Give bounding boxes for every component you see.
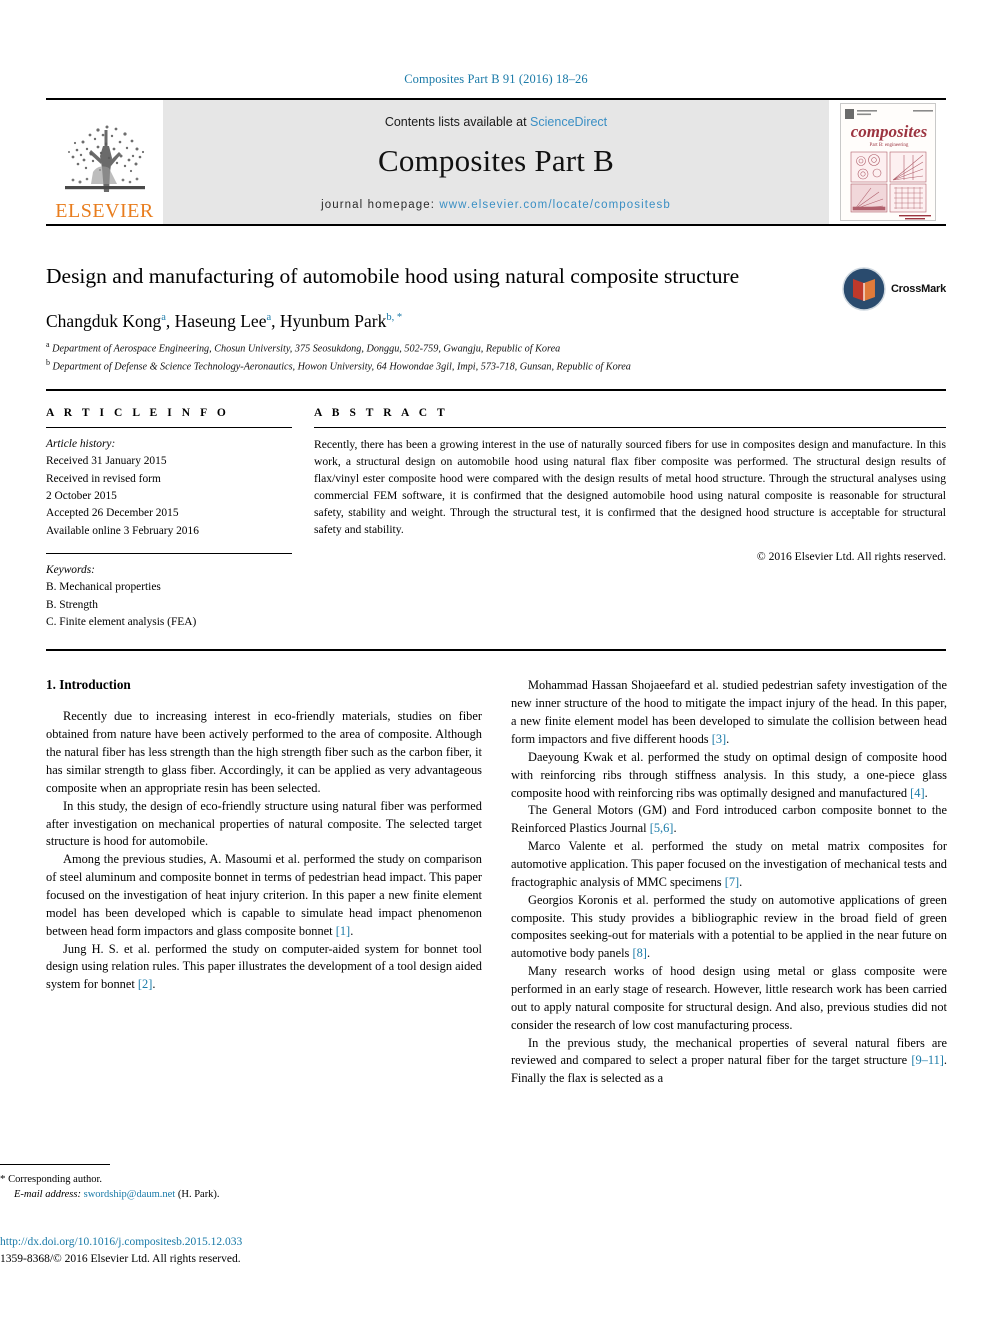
- article-info-column: A R T I C L E I N F O Article history: R…: [46, 407, 292, 631]
- citation-link[interactable]: [4]: [910, 786, 924, 800]
- homepage-prefix: journal homepage:: [321, 199, 436, 211]
- affiliation-item: a Department of Aerospace Engineering, C…: [46, 339, 836, 357]
- corresponding-author-line: * Corresponding author.: [0, 1171, 436, 1188]
- body-paragraph: Georgios Koronis et al. performed the st…: [511, 892, 947, 961]
- body-columns: 1. Introduction Recently due to increasi…: [46, 677, 947, 1217]
- citation-link[interactable]: [3]: [712, 732, 726, 746]
- author-list: Changduk Konga, Haseung Leea, Hyunbum Pa…: [46, 310, 403, 331]
- section-heading-introduction: 1. Introduction: [46, 677, 131, 693]
- body-paragraph: Marco Valente et al. performed the study…: [511, 839, 947, 889]
- corresponding-marker: *: [0, 1172, 6, 1185]
- body-column-left: 1. Introduction Recently due to increasi…: [46, 677, 482, 1217]
- svg-text:composites: composites: [850, 122, 927, 141]
- abstract-column: A B S T R A C T Recently, there has been…: [314, 407, 946, 631]
- journal-masthead: ELSEVIER Contents lists available at Sci…: [46, 98, 946, 226]
- body-top-rule: [46, 649, 946, 652]
- article-history-list: Received 31 January 2015 Received in rev…: [46, 453, 292, 540]
- affiliation-marker: b: [46, 357, 50, 367]
- keywords-label: Keywords:: [46, 564, 95, 577]
- journal-title: Composites Part B: [378, 143, 614, 178]
- affiliation-list: a Department of Aerospace Engineering, C…: [46, 339, 836, 375]
- history-item: 2 October 2015: [46, 490, 117, 503]
- body-paragraph: In the previous study, the mechanical pr…: [511, 1035, 947, 1086]
- page-title: Design and manufacturing of automobile h…: [46, 264, 740, 288]
- info-abstract-row: A R T I C L E I N F O Article history: R…: [46, 391, 946, 631]
- history-item: Received 31 January 2015: [46, 455, 167, 468]
- affiliation-marker: a: [46, 339, 50, 349]
- crossmark-icon: [842, 267, 886, 311]
- citation-link[interactable]: [2]: [138, 977, 152, 991]
- sciencedirect-link[interactable]: ScienceDirect: [530, 115, 607, 129]
- elsevier-logo: ELSEVIER: [46, 100, 163, 224]
- email-line: E-mail address: swordship@daum.net (H. P…: [0, 1187, 436, 1203]
- keyword-item: C. Finite element analysis (FEA): [46, 616, 197, 629]
- page-footer: http://dx.doi.org/10.1016/j.compositesb.…: [0, 1234, 470, 1269]
- article-info-heading: A R T I C L E I N F O: [46, 407, 230, 420]
- title-block: Design and manufacturing of automobile h…: [46, 262, 946, 375]
- body-paragraph: Jung H. S. et al. performed the study on…: [46, 941, 482, 992]
- body-paragraph: Many research works of hood design using…: [511, 964, 947, 1032]
- affiliation-text: Department of Defense & Science Technolo…: [52, 361, 631, 373]
- abstract-rule: Recently, there has been a growing inter…: [314, 427, 946, 563]
- doi-link[interactable]: http://dx.doi.org/10.1016/j.compositesb.…: [0, 1234, 470, 1251]
- running-head: Composites Part B 91 (2016) 18–26: [404, 72, 588, 86]
- citation-link[interactable]: [5,6]: [650, 821, 674, 835]
- citation-link[interactable]: [8]: [632, 946, 646, 960]
- abstract-text: Recently, there has been a growing inter…: [314, 438, 946, 537]
- article-history-label: Article history:: [46, 438, 116, 451]
- history-item: Available online 3 February 2016: [46, 524, 199, 537]
- citation-link[interactable]: [7]: [725, 875, 739, 889]
- affiliation-text: Department of Aerospace Engineering, Cho…: [52, 343, 561, 355]
- author-name: Haseung Lee: [174, 310, 267, 331]
- issn-copyright-line: 1359-8368/© 2016 Elsevier Ltd. All right…: [0, 1252, 241, 1265]
- body-paragraph: The General Motors (GM) and Ford introdu…: [511, 803, 947, 836]
- keywords-rule: Keywords: B. Mechanical properties B. St…: [46, 553, 292, 631]
- email-link[interactable]: swordship@daum.net: [84, 1189, 176, 1200]
- crossmark-label: CrossMark: [890, 283, 946, 295]
- author-affil-marker[interactable]: b, *: [386, 312, 402, 323]
- email-label: E-mail address:: [14, 1189, 81, 1201]
- elsevier-tree-icon: [64, 125, 145, 192]
- body-paragraph: Recently due to increasing interest in e…: [46, 709, 482, 795]
- abstract-copyright: © 2016 Elsevier Ltd. All rights reserved…: [756, 550, 946, 564]
- citation-link[interactable]: [9–11]: [911, 1053, 944, 1067]
- body-paragraph: Mohammad Hassan Shojaeefard et al. studi…: [511, 678, 947, 746]
- affiliation-item: b Department of Defense & Science Techno…: [46, 357, 836, 375]
- citation-link[interactable]: [1]: [336, 924, 350, 938]
- journal-band: Contents lists available at ScienceDirec…: [163, 100, 829, 224]
- email-owner: (H. Park).: [177, 1189, 220, 1201]
- body-paragraph: Among the previous studies, A. Masoumi e…: [46, 852, 482, 938]
- elsevier-wordmark: ELSEVIER: [55, 200, 154, 222]
- body-column-right: Mohammad Hassan Shojaeefard et al. studi…: [511, 677, 947, 1217]
- author-name: Hyunbum Park: [279, 310, 387, 331]
- history-item: Accepted 26 December 2015: [46, 507, 179, 520]
- article-info-rule: Article history: Received 31 January 201…: [46, 427, 292, 540]
- author-affil-marker[interactable]: a: [161, 312, 166, 323]
- author-affil-marker[interactable]: a: [266, 312, 271, 323]
- corresponding-author-footnote: * Corresponding author. E-mail address: …: [0, 1163, 436, 1204]
- body-paragraph: In this study, the design of eco-friendl…: [46, 798, 482, 849]
- homepage-url-link[interactable]: www.elsevier.com/locate/compositesb: [439, 199, 671, 211]
- history-item: Received in revised form: [46, 472, 161, 485]
- author-name: Changduk Kong: [46, 310, 162, 331]
- contents-prefix: Contents lists available at: [384, 115, 527, 129]
- contents-available-line: Contents lists available at ScienceDirec…: [385, 115, 607, 129]
- footnote-rule: [0, 1163, 110, 1165]
- keyword-item: B. Strength: [46, 598, 98, 611]
- abstract-heading: A B S T R A C T: [314, 407, 449, 420]
- body-paragraph: Daeyoung Kwak et al. performed the study…: [511, 749, 947, 800]
- cover-artwork-icon: composites Part B: engineering: [840, 104, 935, 220]
- paper-page: Composites Part B 91 (2016) 18–26 ELSEVI…: [0, 0, 992, 1323]
- journal-cover-thumbnail: composites Part B: engineering: [829, 100, 946, 224]
- keyword-item: B. Mechanical properties: [46, 581, 161, 594]
- keywords-list: B. Mechanical properties B. Strength C. …: [46, 579, 292, 631]
- crossmark-badge[interactable]: CrossMark: [842, 264, 946, 314]
- corresponding-text: Corresponding author.: [8, 1173, 103, 1185]
- cover-image: composites Part B: engineering: [839, 103, 936, 221]
- journal-homepage-line: journal homepage: www.elsevier.com/locat…: [321, 199, 671, 211]
- svg-text:Part B: engineering: Part B: engineering: [869, 143, 908, 148]
